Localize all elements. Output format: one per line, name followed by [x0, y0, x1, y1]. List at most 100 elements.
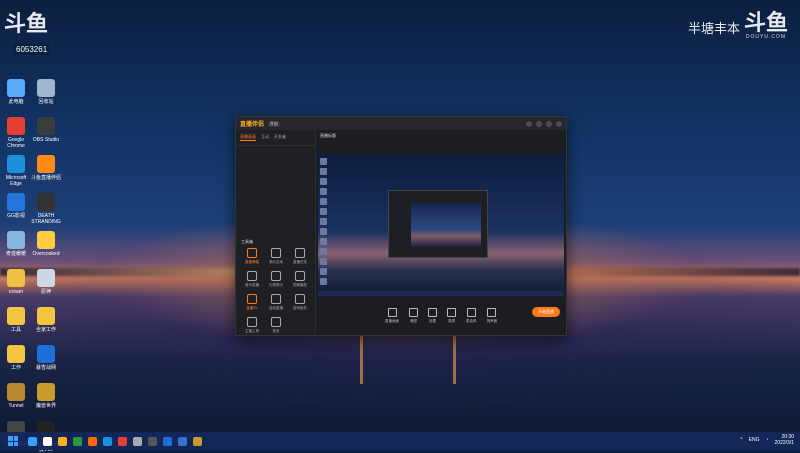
desktop-icon[interactable]: 斗鱼直播伴侣: [31, 155, 61, 181]
control-item[interactable]: 设置: [428, 308, 437, 324]
desktop-icon-label: 工作: [10, 365, 21, 371]
clock[interactable]: 20:30 2022/3/1: [775, 434, 794, 446]
app-icon: [7, 345, 25, 363]
app-titlebar[interactable]: 直播伴侣 开启: [236, 117, 566, 130]
start-live-button[interactable]: 开始直播: [532, 307, 560, 317]
app-icon: [37, 307, 55, 325]
taskbar-app-icon[interactable]: [43, 436, 52, 446]
preview-desktop-icons: [320, 158, 330, 288]
taskbar-app-icon[interactable]: [193, 436, 202, 446]
preview-nested-screen: [411, 203, 481, 247]
toolbox-item[interactable]: 礼物提示: [264, 271, 288, 288]
toolbox-item[interactable]: 音乐直播: [240, 271, 264, 288]
chevron-up-icon[interactable]: ^: [740, 437, 742, 443]
tool-label: 视频播放: [293, 283, 307, 287]
desktop-icon[interactable]: Microsoft Edge: [1, 155, 31, 187]
tab-dev[interactable]: 开发者: [274, 134, 286, 141]
desktop-icon[interactable]: cream: [1, 269, 31, 295]
app-icon: [37, 155, 55, 173]
desktop-icon[interactable]: 原神: [31, 269, 61, 295]
desktop-icon-label: 暴雪战网: [35, 365, 56, 371]
tool-label: 直播弹幕: [245, 260, 259, 264]
control-item[interactable]: 直播画面: [385, 308, 399, 324]
desktop-icon[interactable]: Overcooked: [31, 231, 61, 257]
taskbar-app-icon[interactable]: [88, 436, 97, 446]
app-icon: [7, 307, 25, 325]
douyu-site: DOUYU.COM: [745, 34, 787, 40]
desktop-icon[interactable]: Google Chrome: [1, 117, 31, 149]
tool-icon: [271, 248, 281, 258]
taskbar-app-icon[interactable]: [103, 436, 112, 446]
language-indicator[interactable]: ENG: [749, 437, 760, 443]
control-item[interactable]: 录屏: [447, 308, 456, 324]
desktop-icon[interactable]: Tunnel: [1, 383, 31, 409]
app-icon: [37, 117, 55, 135]
minimize-icon[interactable]: [546, 120, 552, 127]
desktop-icon[interactable]: 回收站: [31, 79, 61, 105]
app-icon: [37, 231, 55, 249]
settings-icon[interactable]: [536, 120, 542, 127]
tool-icon: [295, 294, 305, 304]
control-item[interactable]: 扬声器: [486, 308, 498, 324]
control-item[interactable]: 麦克风: [466, 308, 477, 324]
desktop-icon[interactable]: 此电脑: [1, 79, 31, 105]
taskbar-app-icon[interactable]: [58, 436, 67, 446]
app-icon: [37, 79, 55, 97]
avatar[interactable]: [526, 120, 532, 127]
tab-live[interactable]: 直播画面: [240, 134, 256, 141]
taskbar-app-icon[interactable]: [133, 436, 142, 446]
control-label: 扬声器: [486, 319, 498, 323]
tool-icon: [271, 271, 281, 281]
tab-interact[interactable]: 互动: [261, 134, 269, 141]
taskbar-app-icon[interactable]: [178, 436, 187, 446]
tool-icon: [247, 271, 257, 281]
toolbox-item[interactable]: 连线直播: [264, 294, 288, 311]
tool-icon: [247, 248, 257, 258]
toolbox-item[interactable]: 观众互动: [264, 248, 288, 265]
toolbox-item[interactable]: 主播工具: [240, 317, 264, 334]
tool-icon: [295, 271, 305, 281]
desktop-icon[interactable]: 工作: [1, 345, 31, 371]
app-icon: [7, 383, 25, 401]
taskbar-app-icon[interactable]: [28, 436, 37, 446]
toolbox-item[interactable]: 直播弹幕: [240, 248, 264, 265]
taskbar: ^ ENG ◔ 20:30 2022/3/1: [0, 432, 800, 450]
desktop-icon[interactable]: 工具: [1, 307, 31, 333]
control-icon: [387, 308, 397, 317]
desktop-icon-label: 魔兽世界: [35, 403, 56, 409]
close-icon[interactable]: [556, 120, 562, 127]
desktop-icon[interactable]: GG影视: [1, 193, 31, 219]
desktop-icon[interactable]: 魔兽世界: [31, 383, 61, 409]
taskbar-app-icon[interactable]: [73, 436, 82, 446]
toolbox-item[interactable]: 直播PK: [240, 294, 264, 311]
desktop-icon[interactable]: 暴雪战网: [31, 345, 61, 371]
streaming-app-window[interactable]: 直播伴侣 开启 直播画面 互动 开发者 工具箱 直播弹幕 观众互动 直播任务 音乐直播…: [235, 116, 567, 336]
desktop-icon[interactable]: DEATH STRANDING: [31, 193, 61, 225]
start-icon[interactable]: [8, 436, 18, 446]
tool-icon: [295, 248, 305, 258]
desktop-icon-label: 原神: [40, 289, 51, 295]
toolbox-item[interactable]: 直播任务: [288, 248, 312, 265]
douyu-logo: 斗鱼: [743, 10, 788, 35]
desktop-icon-label: DEATH STRANDING: [31, 213, 61, 225]
desktop-icon[interactable]: OBS Studio: [31, 117, 61, 143]
control-item[interactable]: 美颜: [409, 308, 418, 324]
tool-icon: [271, 317, 281, 327]
app-badge[interactable]: 开启: [268, 120, 281, 127]
toolbox-item[interactable]: 视频播放: [288, 271, 312, 288]
taskbar-app-icon[interactable]: [118, 436, 127, 446]
control-bar: 直播画面 美颜 设置 录屏 麦克风 扬声器: [316, 297, 566, 335]
tool-label: 直播PK: [246, 306, 258, 310]
wifi-icon[interactable]: ◔: [766, 437, 769, 443]
toolbox-item[interactable]: 游戏组件: [288, 294, 312, 311]
desktop-icon[interactable]: 奇迹暖暖: [1, 231, 31, 257]
taskbar-app-icon[interactable]: [163, 436, 172, 446]
tool-icon: [247, 294, 257, 304]
toolbox-item[interactable]: 更多: [264, 317, 288, 334]
douyu-logo-topleft: 斗鱼: [4, 11, 49, 36]
desktop-icon[interactable]: 全家工作: [31, 307, 61, 333]
douyu-watermark: 半塘丰本 斗鱼 DOUYU.COM: [688, 10, 788, 41]
desktop-icon-label: 回收站: [38, 99, 54, 105]
taskbar-app-icon[interactable]: [148, 436, 157, 446]
app-icon: [7, 117, 25, 135]
